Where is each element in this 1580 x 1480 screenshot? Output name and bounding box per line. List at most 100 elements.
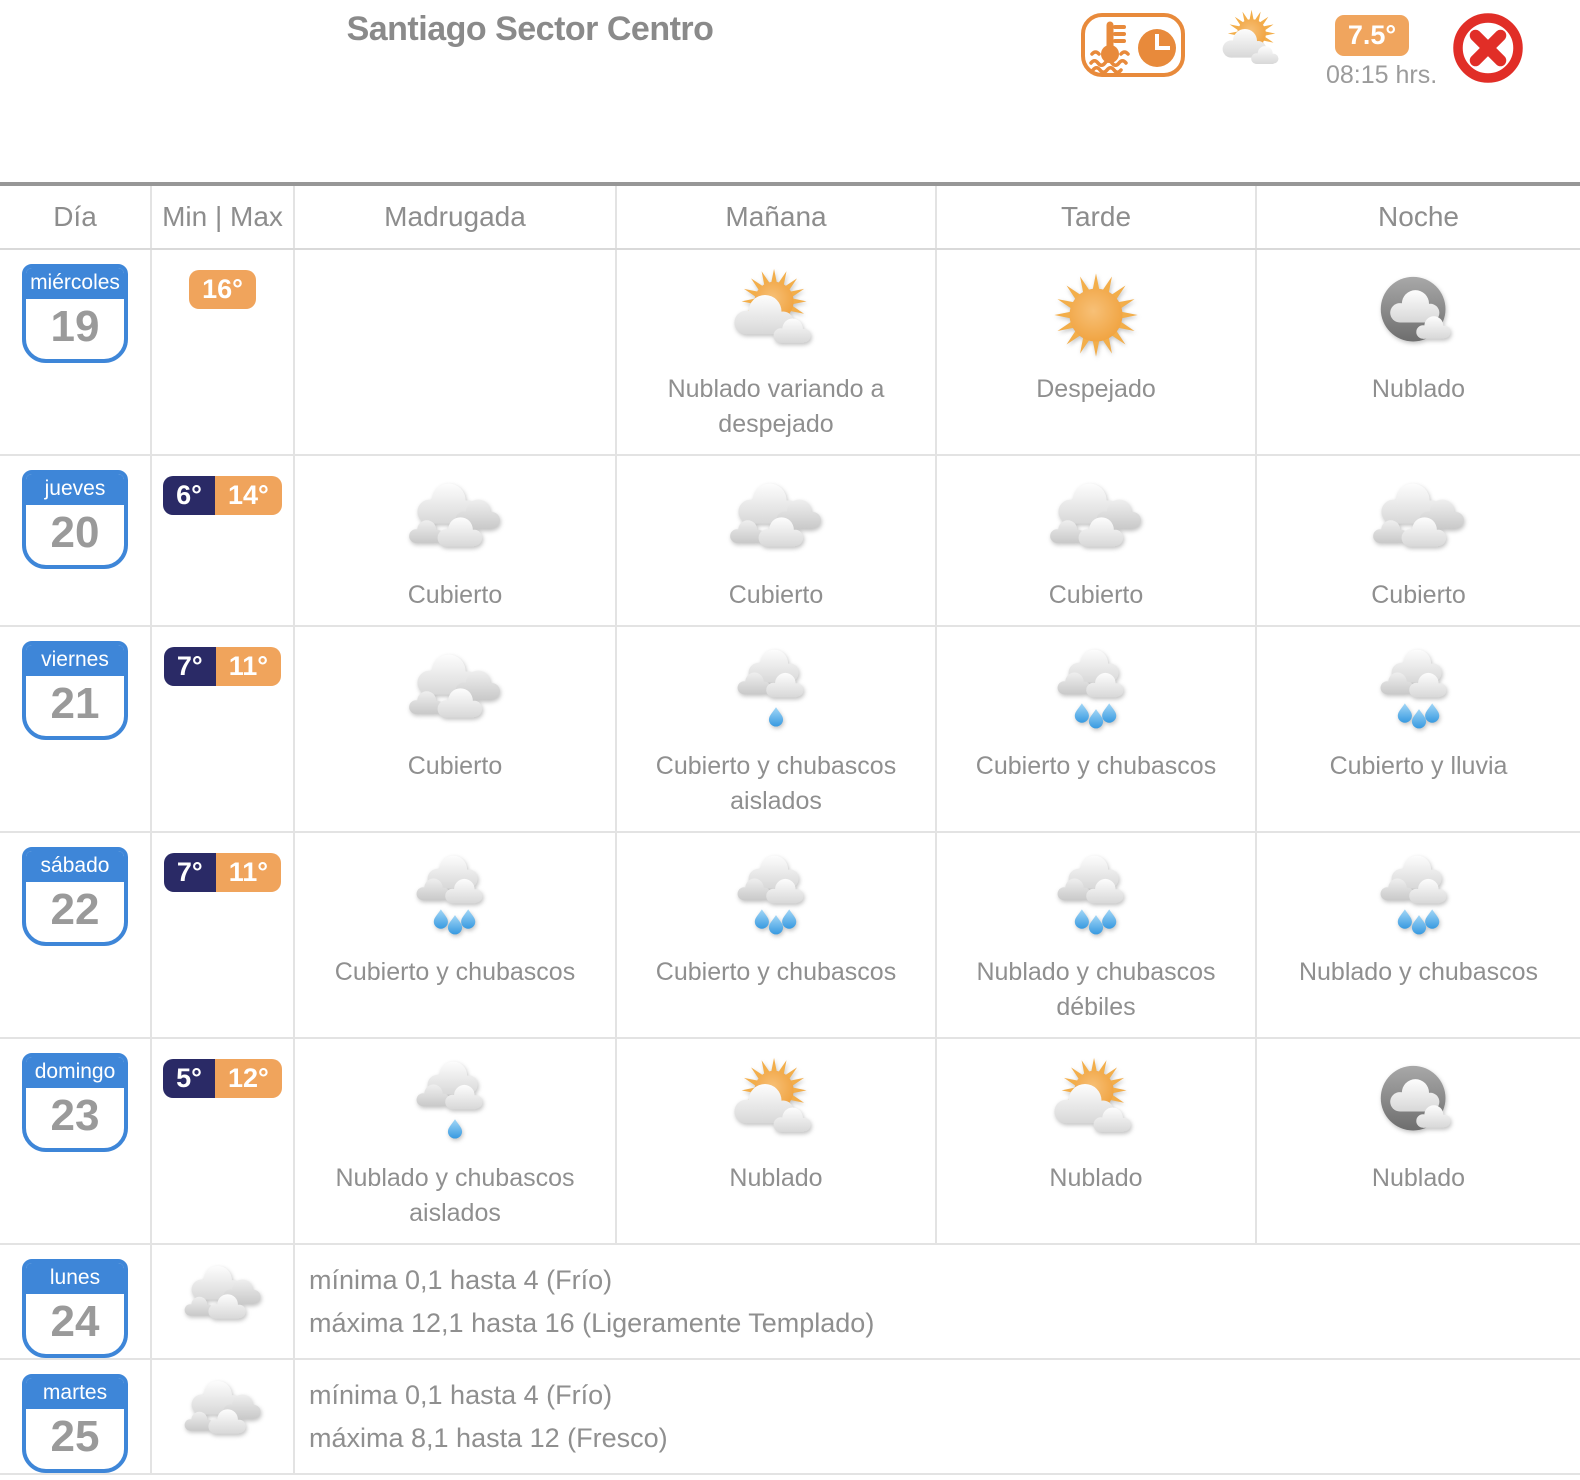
summary-text-cell: mínima 0,1 hasta 4 (Frío) máxima 8,1 hast…	[295, 1360, 1580, 1473]
day-name: viernes	[26, 645, 124, 676]
day-calendar: domingo 23	[22, 1053, 128, 1152]
summary-line: máxima 8,1 hasta 12 (Fresco)	[309, 1422, 668, 1453]
current-observation: 7.5° 08:15 hrs.	[1326, 15, 1437, 90]
widget-header: Santiago Sector Centro 7.5° 08:15 hrs.	[0, 0, 1580, 182]
column-header: Madrugada	[295, 186, 617, 248]
clouds-icon	[389, 645, 521, 743]
day-calendar: martes 25	[22, 1374, 128, 1473]
night-clouds-icon	[1353, 1057, 1485, 1155]
condition-label: Cubierto	[407, 581, 503, 609]
forecast-cell: Cubierto y chubascos	[617, 833, 937, 1037]
column-header: Noche	[1378, 201, 1459, 232]
clouds-icon	[389, 474, 521, 572]
page-title: Santiago Sector Centro	[346, 10, 714, 48]
condition-label: Cubierto	[1371, 581, 1466, 609]
clouds-rain-1-icon	[710, 645, 842, 743]
forecast-row: viernes 21 7° 11° Cubierto Cubierto y chuba…	[0, 627, 1580, 833]
minmax-cell: 5° 12°	[152, 1039, 295, 1243]
condition-label: Cubierto y chubascos	[655, 958, 897, 986]
max-temp-badge: 11°	[215, 647, 282, 686]
clouds-icon	[168, 1373, 278, 1460]
forecast-table: Día Min | Max Madrugada Mañana Tarde Noche mié…	[0, 182, 1580, 1475]
column-header: Tarde	[937, 186, 1257, 248]
minmax-badge: 5° 12°	[163, 1059, 282, 1098]
condition-label: Nublado	[729, 1164, 823, 1192]
condition-label: Cubierto	[1048, 581, 1144, 609]
day-name: domingo	[26, 1057, 124, 1088]
minmax-cell: 7° 11°	[152, 627, 295, 831]
day-calendar: viernes 21	[22, 641, 128, 740]
forecast-cell: Nublado y chubascos	[1257, 833, 1580, 1037]
condition-label: Nublado	[1049, 1164, 1143, 1192]
condition-label: Cubierto y lluvia	[1329, 752, 1508, 780]
close-icon	[1453, 13, 1523, 83]
forecast-row: miércoles 19 16° Nublado variando a despej…	[0, 250, 1580, 456]
clouds-icon	[1030, 474, 1162, 572]
condition-label: Nublado	[1371, 1164, 1466, 1192]
clouds-icon	[1353, 474, 1485, 572]
summary-text-cell: mínima 0,1 hasta 4 (Frío) máxima 12,1 has…	[295, 1245, 1580, 1358]
sun-clouds-icon	[1030, 1057, 1162, 1155]
day-calendar: miércoles 19	[22, 264, 128, 363]
max-temp-badge: 11°	[215, 853, 282, 892]
summary-row: martes 25 mínima 0,1 hasta 4 (Frío) máxima…	[0, 1360, 1580, 1475]
minmax-badge: 6° 14°	[163, 476, 282, 515]
day-name: sábado	[26, 851, 124, 882]
day-cell: domingo 23	[0, 1039, 152, 1243]
forecast-cell: Nublado	[1257, 250, 1580, 454]
forecast-cell: Nublado y chubascos débiles	[937, 833, 1257, 1037]
forecast-cell: Nublado	[1257, 1039, 1580, 1243]
night-clouds-icon	[1353, 268, 1485, 366]
max-temp-badge: 14°	[214, 476, 282, 515]
summary-line: mínima 0,1 hasta 4 (Frío)	[309, 1380, 613, 1411]
forecast-row: sábado 22 7° 11° Cubierto y chubascos Cubie…	[0, 833, 1580, 1039]
weather-forecast-widget: Santiago Sector Centro 7.5° 08:15 hrs. D…	[0, 0, 1580, 1475]
day-cell: viernes 21	[0, 627, 152, 831]
condition-label: Nublado y chubascos	[1298, 958, 1539, 986]
summary-row: lunes 24 mínima 0,1 hasta 4 (Frío) máxima …	[0, 1245, 1580, 1360]
minmax-cell: 7° 11°	[152, 833, 295, 1037]
minmax-cell: 16°	[152, 250, 295, 454]
clouds-rain-3-icon	[389, 851, 521, 949]
minmax-badge: 16°	[189, 270, 256, 309]
day-calendar: lunes 24	[22, 1259, 128, 1358]
min-temp-badge: 7°	[163, 647, 216, 686]
thermometer-clock-icon	[1080, 12, 1186, 83]
forecast-cell: Cubierto	[937, 456, 1257, 625]
sun-clouds-icon	[710, 268, 842, 366]
day-number: 22	[50, 885, 100, 934]
minmax-badge: 7° 11°	[163, 853, 282, 892]
minmax-badge: 7° 11°	[163, 647, 282, 686]
min-temp-badge: 6°	[163, 476, 215, 515]
clouds-rain-3-icon	[1030, 851, 1162, 949]
forecast-cell: Nublado	[617, 1039, 937, 1243]
close-button[interactable]	[1448, 8, 1528, 88]
day-cell: lunes 24	[0, 1245, 152, 1358]
forecast-cell: Despejado	[937, 250, 1257, 454]
day-number: 21	[50, 679, 100, 728]
condition-label: Cubierto y chubascos	[334, 958, 576, 986]
minmax-cell: 6° 14°	[152, 456, 295, 625]
forecast-cell: Cubierto	[295, 456, 617, 625]
clouds-icon	[710, 474, 842, 572]
min-temp-badge: 7°	[163, 853, 216, 892]
day-number: 25	[50, 1412, 100, 1461]
day-number: 19	[50, 302, 100, 351]
clouds-rain-3-icon	[1353, 645, 1485, 743]
day-number: 20	[50, 508, 100, 557]
condition-label: Nublado	[1371, 375, 1466, 403]
forecast-cell: Cubierto y chubascos	[937, 627, 1257, 831]
summary-line: mínima 0,1 hasta 4 (Frío)	[309, 1265, 613, 1296]
day-cell: jueves 20	[0, 456, 152, 625]
condition-label: Nublado y chubascos débiles	[976, 958, 1216, 1021]
forecast-cell: Nublado variando a despejado	[617, 250, 937, 454]
sun-clouds-icon	[1210, 8, 1296, 82]
condition-label: Cubierto y chubascos	[975, 752, 1217, 780]
forecast-cell	[295, 250, 617, 454]
condition-label: Despejado	[1036, 375, 1156, 403]
day-calendar: sábado 22	[22, 847, 128, 946]
day-cell: sábado 22	[0, 833, 152, 1037]
forecast-cell: Nublado	[937, 1039, 1257, 1243]
max-temp-badge: 16°	[189, 270, 256, 309]
day-name: jueves	[26, 474, 124, 505]
